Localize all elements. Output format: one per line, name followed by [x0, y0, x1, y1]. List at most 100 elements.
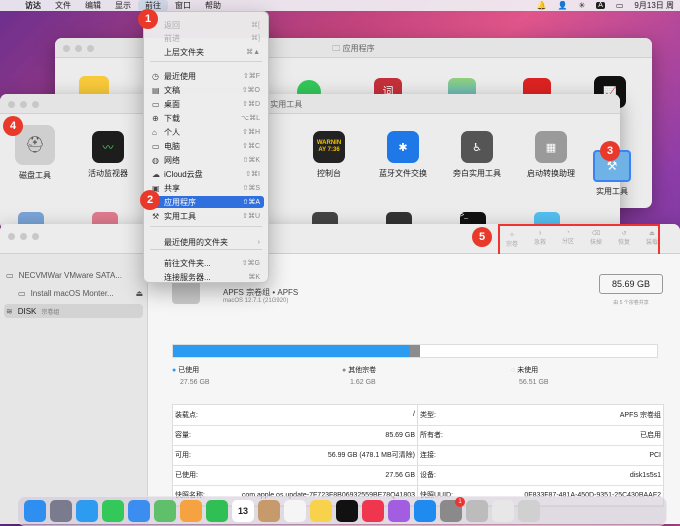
input-method-icon[interactable]: A — [596, 2, 605, 9]
step-badge-1: 1 — [138, 9, 158, 29]
go-menu-item[interactable]: ⊕ 下载 ⌥⌘L — [148, 112, 264, 124]
info-panel: 装载点: / 容量: 85.69 GB 可用: 56.99 GB (478.1 MB可清除… — [172, 404, 664, 507]
go-menu-item[interactable]: ▣ 共享 ⇧⌘S — [148, 182, 264, 194]
volume-os: macOS 12.7.1 (21G920) — [223, 298, 289, 304]
person-icon[interactable]: 👤 — [558, 1, 568, 10]
legend-other: ● 其他宗卷 1.62 GB — [342, 367, 377, 386]
go-menu-item[interactable]: ▭ 电脑 ⇧⌘C — [148, 140, 264, 152]
window-controls[interactable] — [8, 233, 39, 240]
activity-monitor-icon: 〰 — [92, 131, 124, 163]
info-key: 设备: — [418, 465, 470, 486]
calendar-icon[interactable]: 13 — [232, 500, 254, 522]
info-value: disk1s5s1 — [469, 465, 663, 486]
go-menu-item: 前进 ⌘] — [148, 32, 264, 44]
battery-icon[interactable]: ▭ — [616, 1, 624, 10]
go-menu-item[interactable]: ✦应用程序⇧⌘A — [148, 196, 264, 208]
download-icon: ⊕ — [152, 113, 159, 123]
go-menu-item[interactable]: 连接服务器... ⌘K — [148, 271, 264, 283]
launchpad-icon[interactable] — [50, 500, 72, 522]
dock: 13 1 — [17, 496, 667, 526]
info-row: 已使用: 27.56 GB — [173, 465, 418, 486]
go-menu-item[interactable]: ☁ iCloud云盘 ⇧⌘I — [148, 168, 264, 180]
go-menu-item-label: 电脑 — [164, 141, 180, 151]
app-bootcamp[interactable]: ▦ 启动转换助理 — [516, 131, 586, 179]
go-menu-item[interactable]: ◷ 最近使用 ⇧⌘F — [148, 70, 264, 82]
go-menu-item-shortcut: ⇧⌘C — [242, 143, 260, 150]
appletv-icon[interactable] — [336, 500, 358, 522]
info-table-right: 类型:APFS 宗卷组所有者:已启用连接:PCI设备:disk1s5s1快照UU… — [418, 405, 663, 506]
info-row: 可用: 56.99 GB (478.1 MB可清除) — [173, 445, 418, 466]
bluetooth-icon[interactable]: ✳ — [578, 1, 585, 10]
go-menu-item-label: 共享 — [164, 183, 180, 193]
info-key: 装载点: — [173, 405, 213, 426]
notes-icon[interactable] — [310, 500, 332, 522]
app-voiceover-utility[interactable]: ♿ 旁白实用工具 — [442, 131, 512, 179]
notification-badge: 1 — [455, 497, 465, 507]
harddisk-icon: ▭ — [6, 270, 14, 280]
folder-icon: 🗀 — [332, 44, 341, 53]
podcasts-icon[interactable] — [388, 500, 410, 522]
app-console[interactable]: WARNIN AY 7:36 控制台 — [294, 131, 364, 179]
mail-icon[interactable] — [128, 500, 150, 522]
menubar-date[interactable]: 9月13日 周 — [634, 0, 674, 11]
info-key: 类型: — [418, 405, 470, 426]
sidebar-disk-selected[interactable]: ≋ DISK 宗卷组 — [4, 304, 143, 318]
legend-dot-other: ● — [342, 367, 347, 374]
du-sidebar: ▭ NECVMWar VMware SATA... ▭ Install macOS … — [0, 254, 148, 524]
safari-icon[interactable] — [76, 500, 98, 522]
bell-icon[interactable]: 🔔 — [537, 1, 547, 10]
sidebar-disk-vmware[interactable]: ▭ NECVMWar VMware SATA... — [4, 268, 143, 282]
go-menu-item-shortcut: ⇧⌘A — [242, 199, 260, 206]
go-menu-item[interactable]: ◍ 网络 ⇧⌘K — [148, 154, 264, 166]
window-controls[interactable] — [8, 101, 39, 108]
menu-view[interactable]: 显示 — [108, 0, 138, 11]
maps-icon[interactable] — [154, 500, 176, 522]
diskutility-icon[interactable] — [466, 500, 488, 522]
downloads-icon[interactable] — [492, 500, 514, 522]
music-icon[interactable] — [362, 500, 384, 522]
photos-icon[interactable] — [180, 500, 202, 522]
info-row: 容量: 85.69 GB — [173, 425, 418, 446]
reminders-icon[interactable] — [284, 500, 306, 522]
info-value: 27.56 GB — [212, 465, 418, 486]
app-bluetooth-exchange[interactable]: ✱ 蓝牙文件交换 — [368, 131, 438, 179]
facetime-icon[interactable] — [206, 500, 228, 522]
contacts-icon[interactable] — [258, 500, 280, 522]
desktop-icon: ▭ — [152, 99, 160, 109]
bootcamp-icon: ▦ — [535, 131, 567, 163]
utilities-icon: ⚒ — [152, 211, 160, 221]
go-menu-item[interactable]: 上层文件夹 ⌘▲ — [148, 46, 264, 58]
go-menu-item[interactable]: 最近使用的文件夹 › — [148, 236, 264, 248]
go-menu-item[interactable]: ▭ 桌面 ⇧⌘D — [148, 98, 264, 110]
go-menu-item-shortcut: ⇧⌘O — [241, 87, 260, 94]
eject-icon[interactable]: ⏏ — [135, 289, 143, 298]
menu-separator — [150, 61, 262, 62]
finder-icon[interactable] — [24, 500, 46, 522]
menu-help[interactable]: 帮助 — [198, 0, 228, 11]
settings-icon[interactable]: 1 — [440, 497, 465, 522]
stack-icon: ≋ — [6, 306, 13, 316]
harddisk-icon: ▭ — [18, 288, 26, 298]
go-menu-item[interactable]: ⚒ 实用工具 ⇧⌘U — [148, 210, 264, 222]
menu-file[interactable]: 文件 — [48, 0, 78, 11]
go-menu-item-shortcut: ⇧⌘U — [242, 213, 260, 220]
info-row: 类型: APFS 宗卷组 — [418, 405, 663, 426]
go-menu-item[interactable]: ▤ 文稿 ⇧⌘O — [148, 84, 264, 96]
appstore-icon[interactable] — [414, 500, 436, 522]
trash-icon[interactable] — [518, 500, 540, 522]
utilities-window: 🗀 实用工具 ⛑ 磁盘工具 〰 活动监视器 WARNIN AY 7:36 控制台… — [0, 94, 620, 230]
step-badge-4: 4 — [3, 116, 23, 136]
sidebar-disk-installer[interactable]: ▭ Install macOS Monter... ⏏ — [4, 286, 143, 300]
menu-window[interactable]: 窗口 — [168, 0, 198, 11]
messages-icon[interactable] — [102, 500, 124, 522]
go-menu-item-label: iCloud云盘 — [164, 169, 203, 179]
go-menu-item-label: 最近使用的文件夹 — [164, 237, 228, 247]
go-menu-item[interactable]: 前往文件夹... ⇧⌘G — [148, 257, 264, 269]
go-menu-item[interactable]: ⌂ 个人 ⇧⌘H — [148, 126, 264, 138]
usage-used-segment — [173, 345, 411, 357]
menu-finder[interactable]: 访达 — [18, 0, 48, 11]
info-value: PCI — [469, 445, 663, 466]
go-menu-item-shortcut: › — [257, 238, 260, 246]
app-activity-monitor[interactable]: 〰 活动监视器 — [73, 131, 143, 179]
menu-edit[interactable]: 编辑 — [78, 0, 108, 11]
